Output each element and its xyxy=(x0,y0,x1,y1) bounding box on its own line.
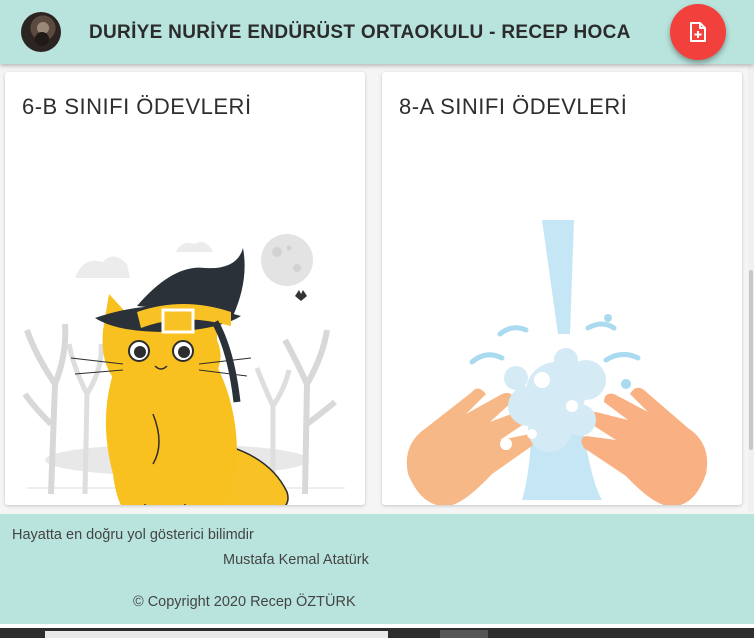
hand-washing-illustration xyxy=(406,220,708,505)
add-document-icon xyxy=(690,22,706,42)
app-header: DURİYE NURİYE ENDÜRÜST ORTAOKULU - RECEP… xyxy=(0,0,754,64)
os-taskbar xyxy=(0,628,754,638)
taskbar-app-icon[interactable] xyxy=(440,630,488,638)
footer-quote-author: Mustafa Kemal Atatürk xyxy=(223,552,369,568)
footer-quote: Hayatta en doğru yol gösterici bilimdir xyxy=(12,527,254,543)
user-avatar[interactable] xyxy=(21,12,61,52)
footer-copyright: © Copyright 2020 Recep ÖZTÜRK xyxy=(133,594,356,610)
page-title: DURİYE NURİYE ENDÜRÜST ORTAOKULU - RECEP… xyxy=(89,22,631,43)
add-document-button[interactable] xyxy=(670,4,726,60)
taskbar-search-area[interactable] xyxy=(45,631,388,638)
class-card-6b[interactable]: 6-B SINIFI ÖDEVLERİ xyxy=(5,72,365,505)
card-title: 8-A SINIFI ÖDEVLERİ xyxy=(399,94,628,119)
class-card-8a[interactable]: 8-A SINIFI ÖDEVLERİ xyxy=(382,72,742,505)
scrollbar-thumb[interactable] xyxy=(749,270,753,450)
footer: Hayatta en doğru yol gösterici bilimdir … xyxy=(0,514,754,624)
halloween-cat-illustration xyxy=(22,234,345,505)
card-title: 6-B SINIFI ÖDEVLERİ xyxy=(22,94,252,119)
